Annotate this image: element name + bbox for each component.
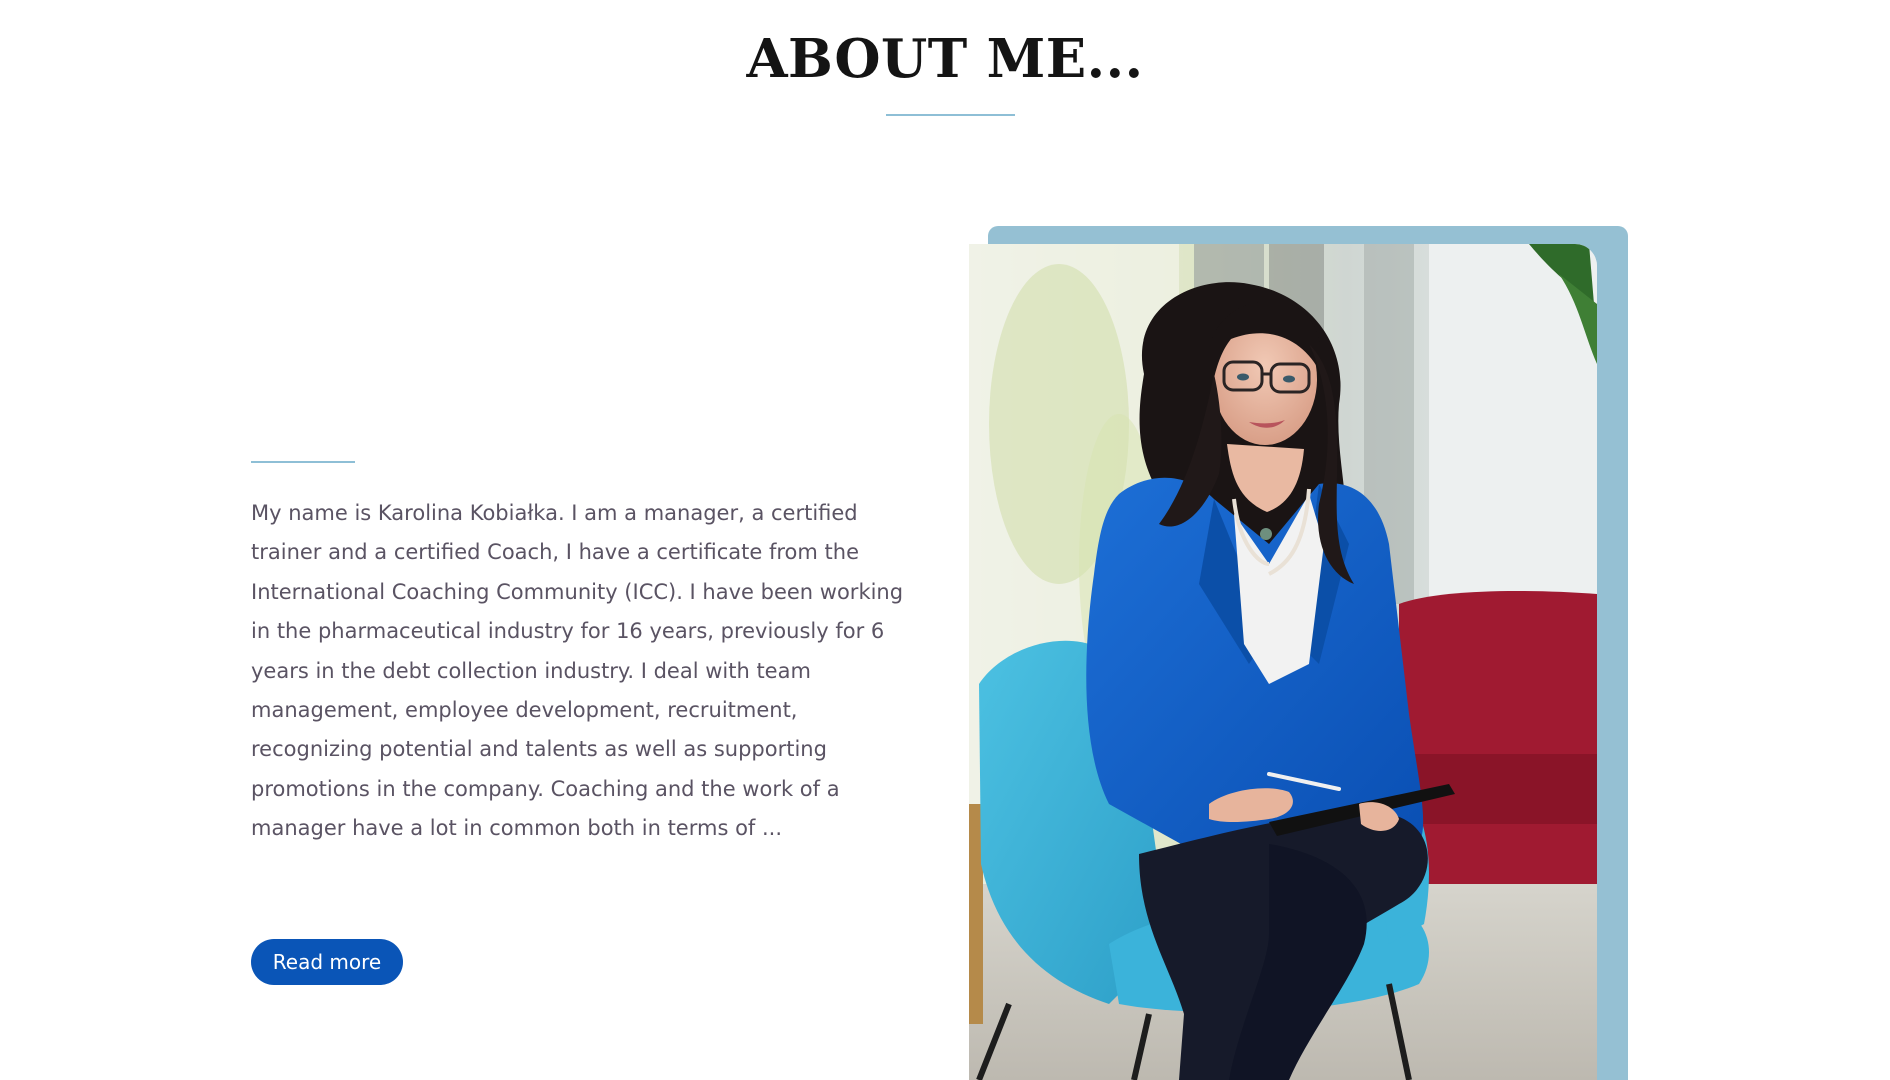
- read-more-button[interactable]: Read more: [251, 939, 403, 985]
- title-underline: [886, 114, 1015, 116]
- section-title: ABOUT ME...: [746, 28, 1144, 90]
- text-divider: [251, 461, 355, 463]
- portrait-photo: [969, 244, 1597, 1080]
- about-text: My name is Karolina Kobiałka. I am a man…: [251, 501, 904, 841]
